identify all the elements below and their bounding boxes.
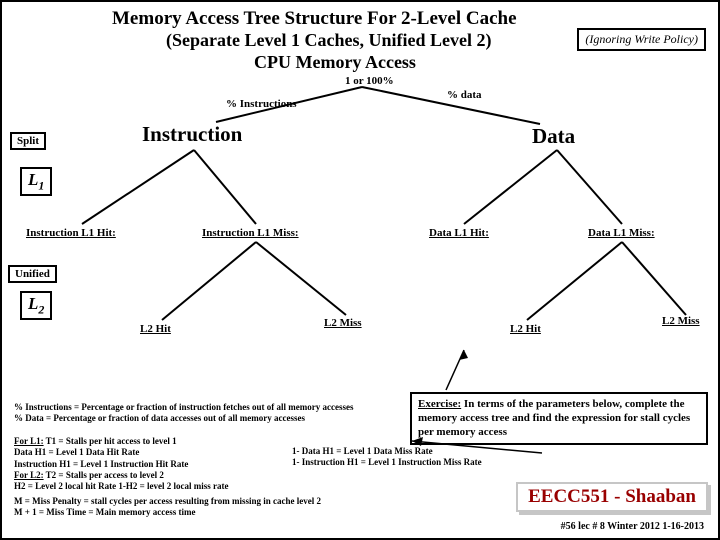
l2-box: L2: [20, 291, 52, 320]
pct-data: % data: [447, 89, 482, 101]
cpu-memory-access: CPU Memory Access: [254, 52, 416, 73]
top-percent: 1 or 100%: [345, 75, 394, 87]
instruction-node: Instruction: [142, 122, 242, 147]
unified-label: Unified: [8, 265, 57, 283]
l2-hit-right: L2 Hit: [510, 323, 541, 335]
l1-miss-definitions: 1- Data H1 = Level 1 Data Miss Rate 1- I…: [292, 446, 482, 469]
instruction-l1-miss: Instruction L1 Miss:: [202, 227, 299, 239]
l1-l2-definitions: For L1: T1 = Stalls per hit access to le…: [14, 436, 228, 492]
l1-box: L1: [20, 167, 52, 196]
exercise-box: Exercise: In terms of the parameters bel…: [410, 392, 708, 445]
instruction-l1-hit: Instruction L1 Hit:: [26, 227, 116, 239]
pct-instructions: % Instructions: [226, 98, 297, 110]
slide-number: #56 lec # 8 Winter 2012 1-16-2013: [561, 521, 704, 532]
slide: Memory Access Tree Structure For 2-Level…: [0, 0, 720, 540]
pct-definitions: % Instructions = Percentage or fraction …: [14, 402, 353, 425]
l2-miss-right: L2 Miss: [662, 315, 700, 327]
l2-miss-left: L2 Miss: [324, 317, 362, 329]
branding: EECC551 - Shaaban: [516, 482, 708, 512]
subtitle: (Separate Level 1 Caches, Unified Level …: [166, 30, 491, 51]
ignoring-policy-box: (Ignoring Write Policy): [577, 28, 706, 51]
miss-penalty-definitions: M = Miss Penalty = stall cycles per acce…: [14, 496, 321, 519]
data-l1-hit: Data L1 Hit:: [429, 227, 489, 239]
data-l1-miss: Data L1 Miss:: [588, 227, 655, 239]
split-label: Split: [10, 132, 46, 150]
exercise-head: Exercise:: [418, 398, 461, 410]
l2-hit-left: L2 Hit: [140, 323, 171, 335]
data-node: Data: [532, 124, 575, 149]
title: Memory Access Tree Structure For 2-Level…: [112, 8, 517, 30]
